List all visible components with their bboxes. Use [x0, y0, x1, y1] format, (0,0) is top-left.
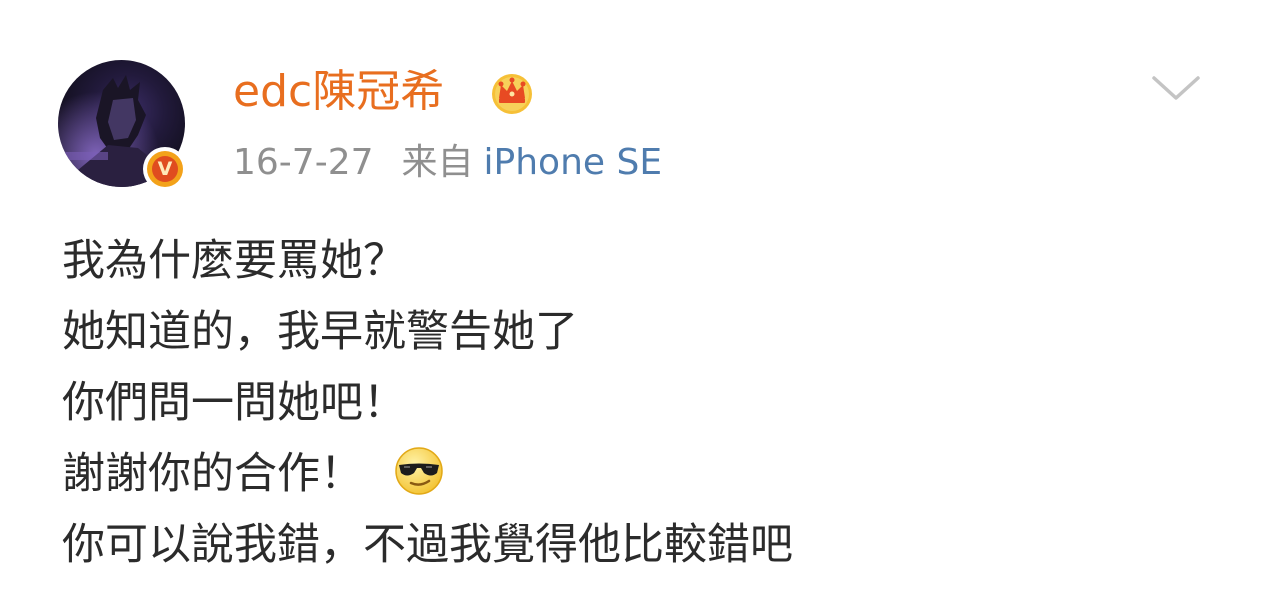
- post-source-link[interactable]: iPhone SE: [484, 142, 663, 183]
- post-text-line: 你們問一問她吧！: [62, 378, 406, 428]
- post-text-line: 她知道的，我早就警告她了: [62, 307, 578, 357]
- post-meta: 16-7-27 来自 iPhone SE: [233, 138, 662, 188]
- post-text-line-with-emoji: 謝謝你的合作！: [62, 439, 1242, 510]
- crown-icon: [492, 74, 532, 114]
- post-date: 16-7-27: [233, 142, 374, 183]
- post-text-line: 你可以說我錯，不過我覺得他比較錯吧: [62, 520, 793, 570]
- verified-badge: V: [143, 147, 187, 191]
- from-label: 来自: [401, 142, 474, 183]
- post-text-line: 我為什麼要罵她？: [62, 236, 406, 286]
- cool-sunglasses-emoji-icon: [395, 446, 443, 495]
- verified-v-icon: V: [152, 156, 178, 182]
- chevron-down-icon[interactable]: [1150, 70, 1202, 106]
- weibo-post-card: V edc陳冠希 16-7-27 来自 iPhone SE 我為什麼要罵她？ 她知道…: [0, 0, 1283, 591]
- post-text-line: 謝謝你的合作！: [62, 449, 363, 499]
- author-name[interactable]: edc陳冠希: [233, 62, 444, 122]
- post-body: 我為什麼要罵她？ 她知道的，我早就警告她了 你們問一問她吧！ 謝謝你的合作！ 你…: [62, 226, 1242, 581]
